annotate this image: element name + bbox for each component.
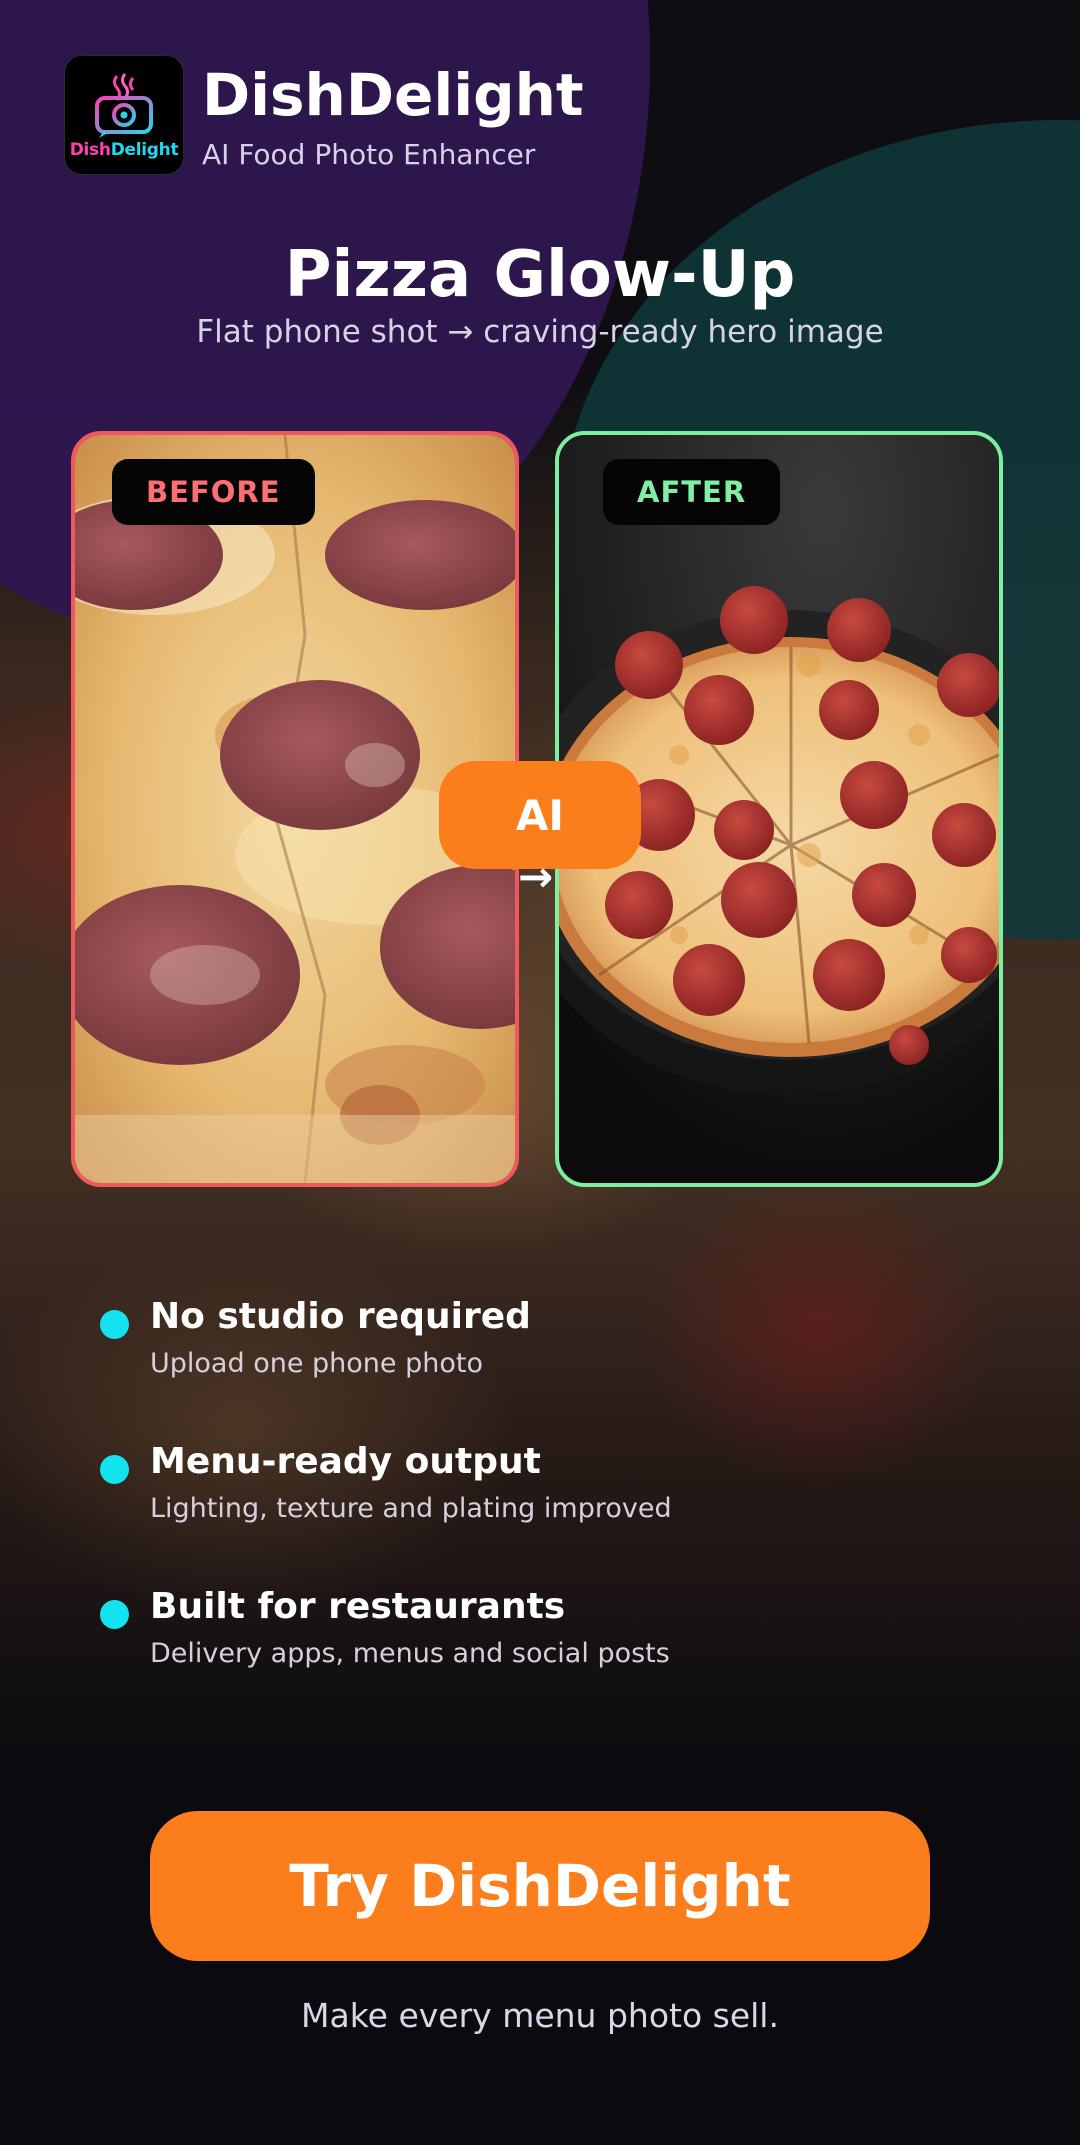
before-tag: BEFORE <box>112 459 315 525</box>
footer-tagline: Make every menu photo sell. <box>301 1996 779 2035</box>
app-tagline: AI Food Photo Enhancer <box>202 138 536 171</box>
feature-title: Built for restaurants <box>150 1586 566 1627</box>
bullet-dot-icon <box>100 1600 129 1629</box>
feature-subtitle: Delivery apps, menus and social posts <box>150 1638 670 1669</box>
feature-subtitle: Lighting, texture and plating improved <box>150 1493 672 1524</box>
arrow-right-icon: → <box>518 852 554 901</box>
camera-steam-icon <box>95 73 153 138</box>
bullet-dot-icon <box>100 1455 129 1484</box>
try-app-button[interactable]: Try DishDelight <box>150 1811 930 1961</box>
feature-title: Menu-ready output <box>150 1441 541 1482</box>
logo-wordmark: DishDelight <box>69 140 179 160</box>
after-tag: AFTER <box>603 459 781 525</box>
feature-title: No studio required <box>150 1296 531 1337</box>
app-logo: DishDelight <box>64 55 184 175</box>
app-name: DishDelight <box>202 61 584 129</box>
feature-subtitle: Upload one phone photo <box>150 1348 483 1379</box>
page-subtitle: Flat phone shot → craving-ready hero ima… <box>196 314 884 350</box>
bullet-dot-icon <box>100 1310 129 1339</box>
page-title: Pizza Glow-Up <box>284 238 796 312</box>
